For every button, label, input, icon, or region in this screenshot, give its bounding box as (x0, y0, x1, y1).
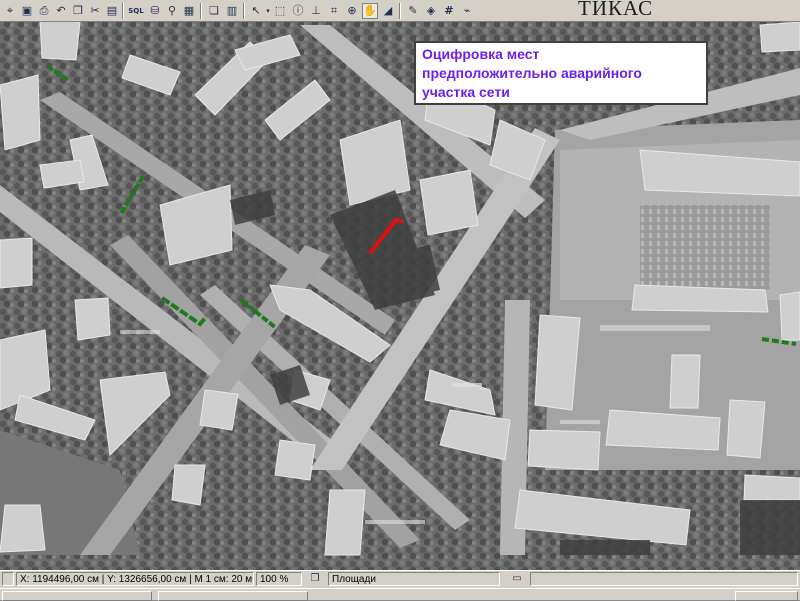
monitor-icon[interactable]: ▭ (510, 573, 524, 585)
measure-icon[interactable]: ⊥ (308, 3, 324, 19)
brush-icon[interactable]: ⌁ (459, 3, 475, 19)
status-bar: X: 1194496,00 см | Y: 1326656,00 см | М … (0, 570, 800, 588)
query-icon[interactable]: ⚲ (164, 3, 180, 19)
taskbar (0, 588, 800, 601)
print-icon[interactable]: ⎙ (36, 3, 52, 19)
zoom-icon[interactable]: ⊕ (344, 3, 360, 19)
cut-icon[interactable]: ✂ (87, 3, 103, 19)
status-layer[interactable]: Площади (328, 572, 500, 586)
status-grip (2, 572, 14, 586)
toolbar-separator (243, 3, 245, 19)
paste-icon[interactable]: ▤ (104, 3, 120, 19)
annotation-box: Оцифровка мест предположительно аварийно… (414, 41, 708, 105)
undo-icon[interactable]: ↶ (53, 3, 69, 19)
annotation-text: Оцифровка мест предположительно аварийно… (422, 46, 642, 100)
label-icon[interactable]: ⌗ (326, 3, 342, 19)
info-icon[interactable]: ⓘ (290, 3, 306, 19)
select-region-icon[interactable]: ⬚ (272, 3, 288, 19)
pointer-icon[interactable]: ⌖ (2, 3, 18, 19)
grid-icon[interactable]: # (441, 3, 457, 19)
toolbar-separator (399, 3, 401, 19)
layers-icon[interactable]: ◈ (423, 3, 439, 19)
report-icon[interactable]: ▦ (181, 3, 197, 19)
dropdown-arrow-icon[interactable]: ▾ (264, 3, 272, 19)
draw-icon[interactable]: ✎ (405, 3, 421, 19)
pan-hand-icon[interactable]: ✋ (362, 3, 378, 19)
status-message (530, 572, 798, 586)
status-zoom[interactable]: 100 % (256, 572, 302, 586)
copy-icon[interactable]: ❐ (70, 3, 86, 19)
copy-icon[interactable]: ❐ (308, 573, 322, 585)
windows-icon[interactable]: ❏ (206, 3, 222, 19)
toolbar-separator (122, 3, 124, 19)
save-icon[interactable]: ▣ (19, 3, 35, 19)
main-toolbar: ⌖ ▣ ⎙ ↶ ❐ ✂ ▤ SQL ⛁ ⚲ ▦ ❏ ▥ ↖ ▾ ⬚ ⓘ ⊥ ⌗ … (0, 0, 800, 22)
status-coordinates: X: 1194496,00 см | Y: 1326656,00 см | М … (16, 572, 254, 586)
toolbar-separator (200, 3, 202, 19)
table-icon[interactable]: ▥ (224, 3, 240, 19)
profile-icon[interactable]: ◢ (380, 3, 396, 19)
select-arrow-icon[interactable]: ↖ (248, 3, 264, 19)
app-title: ТИКАС (578, 0, 654, 20)
database-icon[interactable]: ⛁ (147, 3, 163, 19)
sql-icon[interactable]: SQL (126, 3, 146, 19)
